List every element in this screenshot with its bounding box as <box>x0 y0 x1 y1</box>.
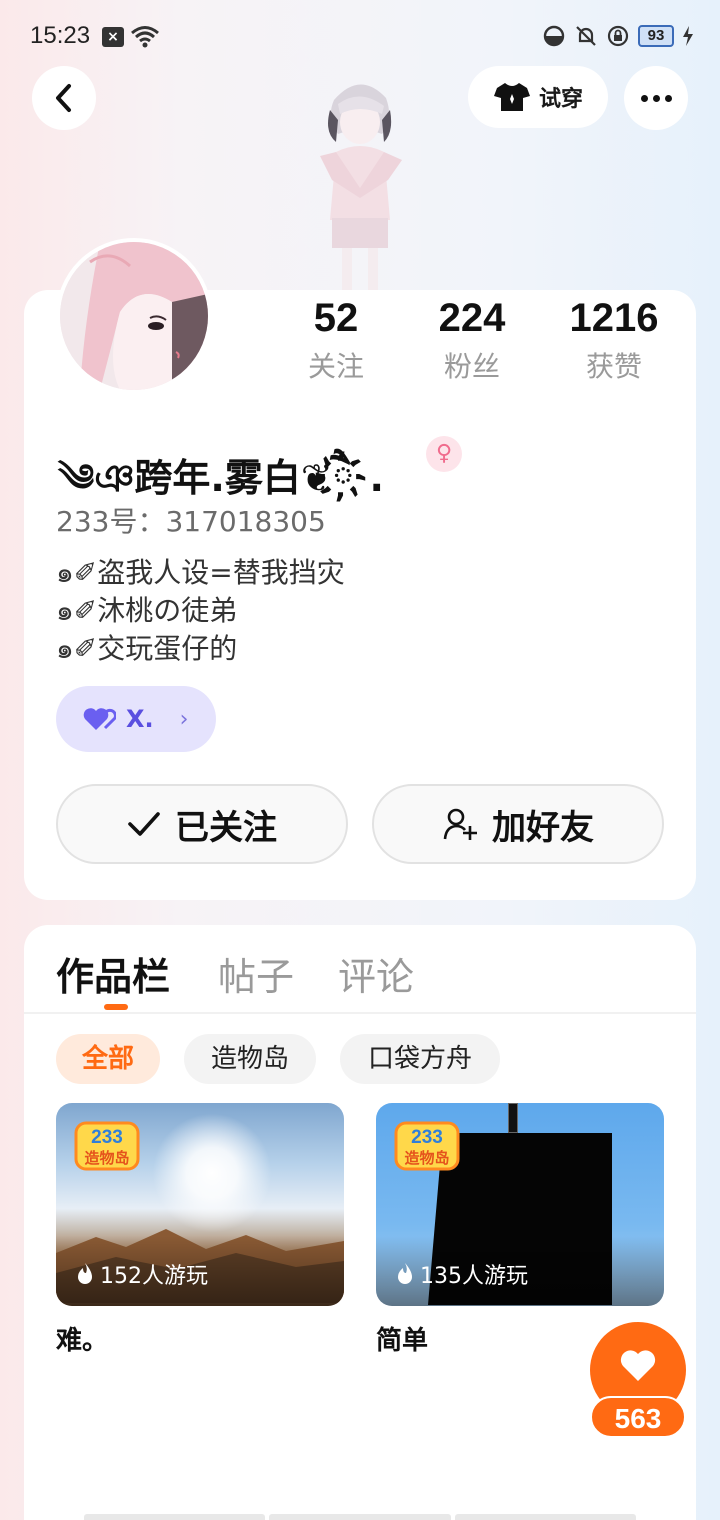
following-count: 52 <box>313 296 359 340</box>
charging-icon <box>683 26 693 46</box>
logo-number: 233 <box>91 1127 123 1148</box>
flame-icon <box>78 1263 92 1284</box>
bio-line: ๑✐沐桃の徒弟 <box>56 594 238 627</box>
avatar[interactable] <box>56 238 212 394</box>
sun-glow <box>152 1113 272 1233</box>
more-dots-icon <box>640 94 672 102</box>
work-card[interactable]: 233 造物岛 135人游玩 <box>376 1103 664 1306</box>
filter-pocket-ark[interactable]: 口袋方舟 <box>340 1034 500 1084</box>
heart-icon <box>620 1350 656 1381</box>
chevron-left-icon <box>56 84 71 112</box>
notification-icon: × <box>102 27 124 47</box>
stat-following[interactable]: 52 关注 <box>266 296 406 385</box>
work-title[interactable]: 难。 <box>56 1320 108 1357</box>
stat-fans[interactable]: 224 粉丝 <box>402 296 542 385</box>
tab-works[interactable]: 作品栏 <box>56 946 170 1001</box>
tshirt-icon <box>493 83 530 111</box>
like-count[interactable]: 563 <box>590 1396 686 1438</box>
next-row-peek <box>84 1514 636 1520</box>
tab-comments[interactable]: 评论 <box>338 946 414 1001</box>
filter-creation-island[interactable]: 造物岛 <box>184 1034 316 1084</box>
chevron-right-icon: › <box>179 706 189 732</box>
status-bar: 15:23 × 93 <box>0 0 720 76</box>
work-title[interactable]: 简单 <box>376 1320 428 1357</box>
user-id[interactable]: 233号：317018305 <box>56 500 326 540</box>
fans-count: 224 <box>438 296 506 340</box>
logo-subtitle: 造物岛 <box>84 1149 129 1167</box>
logo-number: 233 <box>411 1127 443 1148</box>
divider <box>24 1012 696 1014</box>
add-user-icon <box>443 808 477 840</box>
followed-button[interactable]: 已关注 <box>56 784 348 864</box>
play-count: 135人游玩 <box>396 1258 528 1290</box>
family-group-button[interactable]: X. › <box>56 686 216 752</box>
more-button[interactable] <box>624 66 688 130</box>
play-count-label: 152人游玩 <box>100 1264 208 1289</box>
wifi-icon <box>131 26 159 48</box>
work-card[interactable]: 233 造物岛 152人游玩 <box>56 1103 344 1306</box>
bio: ๑✐盗我人设=替我挡灾 ๑✐沐桃の徒弟 ๑✐交玩蛋仔的 <box>56 554 345 668</box>
followed-label: 已关注 <box>175 807 277 848</box>
check-icon <box>128 812 160 836</box>
female-icon: ♀ <box>426 436 462 472</box>
battery-indicator: 93 <box>638 25 674 47</box>
stat-likes[interactable]: 1216 获赞 <box>544 296 684 385</box>
tab-indicator <box>104 1004 128 1010</box>
try-on-label: 试穿 <box>538 87 583 112</box>
following-label: 关注 <box>307 350 364 383</box>
creation-island-logo: 233 造物岛 <box>74 1121 140 1171</box>
block-pin <box>508 1103 518 1133</box>
tab-posts[interactable]: 帖子 <box>218 946 294 1001</box>
try-on-button[interactable]: 试穿 <box>468 66 608 128</box>
mute-bell-icon <box>576 26 596 46</box>
fans-label: 粉丝 <box>443 350 500 383</box>
heart-icon <box>83 708 116 730</box>
filter-all[interactable]: 全部 <box>56 1034 160 1084</box>
character-figure <box>320 84 402 292</box>
rotation-lock-icon <box>607 25 629 47</box>
family-label: X. <box>126 705 154 733</box>
logo-subtitle: 造物岛 <box>404 1149 449 1167</box>
add-friend-button[interactable]: 加好友 <box>372 784 664 864</box>
likes-count: 1216 <box>569 296 659 340</box>
play-count-label: 135人游玩 <box>420 1264 528 1289</box>
status-time: 15:23 <box>30 22 91 49</box>
play-count: 152人游玩 <box>76 1258 208 1290</box>
likes-label: 获赞 <box>585 350 642 383</box>
bio-line: ๑✐交玩蛋仔的 <box>56 632 238 665</box>
creation-island-logo: 233 造物岛 <box>394 1121 460 1171</box>
avatar-image <box>60 242 208 390</box>
back-button[interactable] <box>32 66 96 130</box>
data-saver-icon <box>543 25 565 47</box>
add-friend-label: 加好友 <box>492 807 594 848</box>
bio-line: ๑✐盗我人设=替我挡灾 <box>56 556 345 589</box>
flame-icon <box>398 1263 412 1284</box>
